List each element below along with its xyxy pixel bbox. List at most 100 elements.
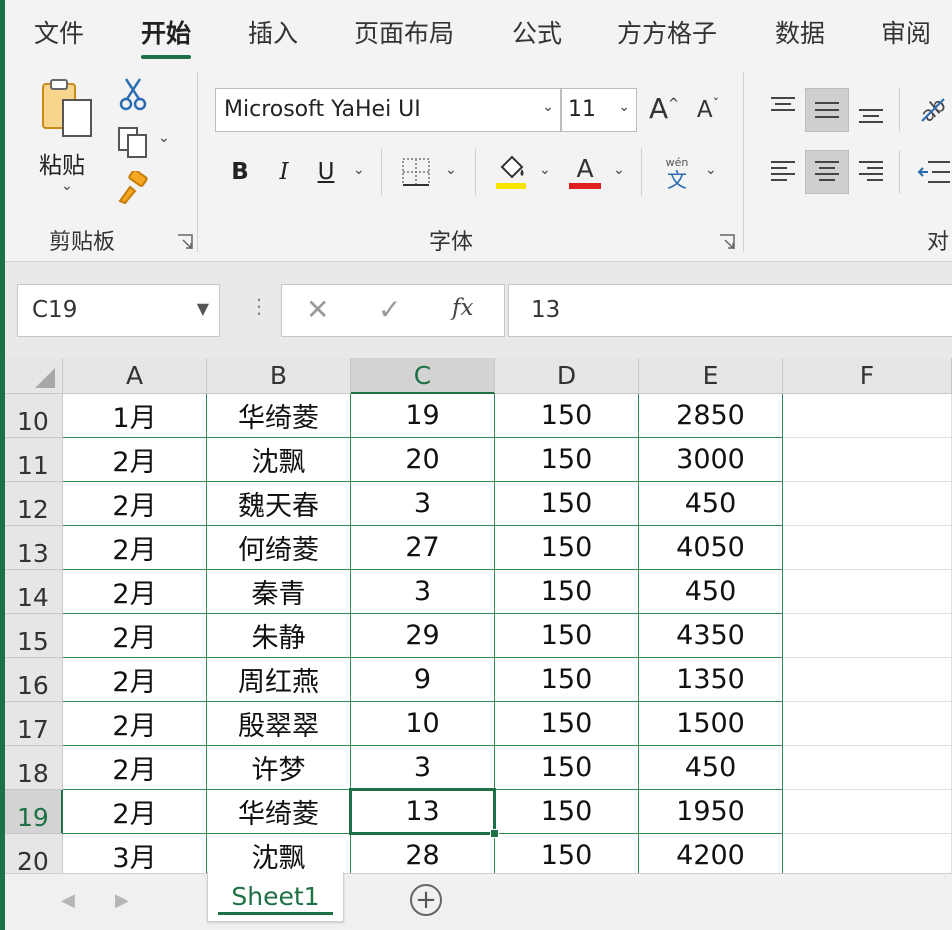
- copy-dropdown-icon[interactable]: ⌄: [158, 130, 170, 146]
- cell-c18[interactable]: 3: [351, 746, 495, 790]
- cell-d14[interactable]: 150: [495, 570, 639, 614]
- cell-a15[interactable]: 2月: [63, 614, 207, 658]
- fill-color-button[interactable]: [493, 152, 529, 192]
- row-header[interactable]: 14: [5, 570, 63, 614]
- cell-f11[interactable]: [783, 438, 952, 482]
- cell-b16[interactable]: 周红燕: [207, 658, 351, 702]
- font-size-combo[interactable]: 11 ⌄: [561, 88, 637, 132]
- scroll-tabs-right-icon[interactable]: ▶: [115, 890, 129, 911]
- row-header[interactable]: 16: [5, 658, 63, 702]
- worksheet-grid[interactable]: ABCDEF 10 1月 华绮菱 19 150 2850 11 2月 沈飘 20 150 3000 12…: [5, 358, 952, 873]
- cell-e14[interactable]: 450: [639, 570, 783, 614]
- tab-file[interactable]: 文件: [34, 14, 84, 50]
- font-dialog-launcher-icon[interactable]: [719, 234, 735, 250]
- cell-c15[interactable]: 29: [351, 614, 495, 658]
- decrease-font-size-button[interactable]: Aˇ: [689, 90, 727, 130]
- cell-d15[interactable]: 150: [495, 614, 639, 658]
- bold-button[interactable]: B: [225, 152, 255, 192]
- tab-home[interactable]: 开始: [141, 14, 192, 59]
- cell-f18[interactable]: [783, 746, 952, 790]
- column-header-d[interactable]: D: [495, 358, 639, 394]
- cell-d16[interactable]: 150: [495, 658, 639, 702]
- paste-dropdown-icon[interactable]: ⌄: [61, 178, 73, 194]
- cell-e17[interactable]: 1500: [639, 702, 783, 746]
- cell-a13[interactable]: 2月: [63, 526, 207, 570]
- cell-c16[interactable]: 9: [351, 658, 495, 702]
- cell-e19[interactable]: 1950: [639, 790, 783, 834]
- cell-b17[interactable]: 殷翠翠: [207, 702, 351, 746]
- cell-f15[interactable]: [783, 614, 952, 658]
- cancel-icon[interactable]: ✕: [306, 293, 329, 326]
- cell-f13[interactable]: [783, 526, 952, 570]
- italic-button[interactable]: I: [269, 152, 299, 192]
- tab-formulas[interactable]: 公式: [512, 14, 562, 50]
- font-name-combo[interactable]: Microsoft YaHei UI ⌄: [215, 88, 561, 132]
- borders-dropdown-icon[interactable]: ⌄: [445, 162, 457, 178]
- phonetic-dropdown-icon[interactable]: ⌄: [705, 162, 717, 178]
- cell-a19[interactable]: 2月: [63, 790, 207, 834]
- copy-button[interactable]: [113, 124, 153, 160]
- cell-c19[interactable]: 13: [351, 790, 495, 834]
- orientation-button[interactable]: ab: [913, 88, 952, 128]
- underline-button[interactable]: U: [311, 152, 341, 192]
- column-header-b[interactable]: B: [207, 358, 351, 394]
- insert-function-button[interactable]: fx: [452, 295, 473, 321]
- align-bottom-button[interactable]: [851, 92, 891, 132]
- cell-c17[interactable]: 10: [351, 702, 495, 746]
- cell-b18[interactable]: 许梦: [207, 746, 351, 790]
- cell-a17[interactable]: 2月: [63, 702, 207, 746]
- align-middle-button[interactable]: [805, 88, 849, 132]
- column-header-e[interactable]: E: [639, 358, 783, 394]
- align-right-button[interactable]: [851, 152, 891, 192]
- row-header[interactable]: 12: [5, 482, 63, 526]
- tab-data[interactable]: 数据: [775, 14, 825, 50]
- cell-c13[interactable]: 27: [351, 526, 495, 570]
- cell-b14[interactable]: 秦青: [207, 570, 351, 614]
- row-header[interactable]: 11: [5, 438, 63, 482]
- tab-fangfanggezi[interactable]: 方方格子: [617, 14, 717, 50]
- cell-f16[interactable]: [783, 658, 952, 702]
- tab-review[interactable]: 审阅: [881, 14, 931, 50]
- clipboard-dialog-launcher-icon[interactable]: [177, 234, 193, 250]
- cell-a20[interactable]: 3月: [63, 834, 207, 873]
- align-top-button[interactable]: [763, 88, 803, 128]
- cell-b15[interactable]: 朱静: [207, 614, 351, 658]
- row-header[interactable]: 13: [5, 526, 63, 570]
- cell-a18[interactable]: 2月: [63, 746, 207, 790]
- decrease-indent-button[interactable]: [913, 152, 952, 192]
- chevron-down-icon[interactable]: ⌄: [542, 99, 554, 115]
- caret-down-icon[interactable]: ▼: [197, 299, 209, 318]
- cell-c20[interactable]: 28: [351, 834, 495, 873]
- scroll-tabs-left-icon[interactable]: ◀: [61, 890, 75, 911]
- row-header[interactable]: 18: [5, 746, 63, 790]
- cell-e10[interactable]: 2850: [639, 394, 783, 438]
- cell-e20[interactable]: 4200: [639, 834, 783, 873]
- format-painter-button[interactable]: [113, 170, 153, 206]
- row-header[interactable]: 15: [5, 614, 63, 658]
- cell-f19[interactable]: [783, 790, 952, 834]
- cell-d11[interactable]: 150: [495, 438, 639, 482]
- cell-f20[interactable]: [783, 834, 952, 873]
- fill-color-dropdown-icon[interactable]: ⌄: [539, 162, 551, 178]
- row-header[interactable]: 10: [5, 394, 63, 438]
- sheet-tab-sheet1[interactable]: Sheet1: [207, 872, 344, 922]
- cell-a12[interactable]: 2月: [63, 482, 207, 526]
- cell-e12[interactable]: 450: [639, 482, 783, 526]
- row-header[interactable]: 19: [5, 790, 63, 834]
- cell-e18[interactable]: 450: [639, 746, 783, 790]
- cell-e16[interactable]: 1350: [639, 658, 783, 702]
- cell-f14[interactable]: [783, 570, 952, 614]
- cell-b12[interactable]: 魏天春: [207, 482, 351, 526]
- cell-f10[interactable]: [783, 394, 952, 438]
- cell-b19[interactable]: 华绮菱: [207, 790, 351, 834]
- increase-font-size-button[interactable]: A^: [645, 86, 683, 130]
- tab-insert[interactable]: 插入: [248, 14, 298, 50]
- cell-a11[interactable]: 2月: [63, 438, 207, 482]
- cell-f12[interactable]: [783, 482, 952, 526]
- cell-b20[interactable]: 沈飘: [207, 834, 351, 873]
- column-header-f[interactable]: F: [783, 358, 952, 394]
- font-color-button[interactable]: A: [567, 150, 603, 194]
- cell-d17[interactable]: 150: [495, 702, 639, 746]
- select-all-button[interactable]: [5, 358, 63, 394]
- cell-e13[interactable]: 4050: [639, 526, 783, 570]
